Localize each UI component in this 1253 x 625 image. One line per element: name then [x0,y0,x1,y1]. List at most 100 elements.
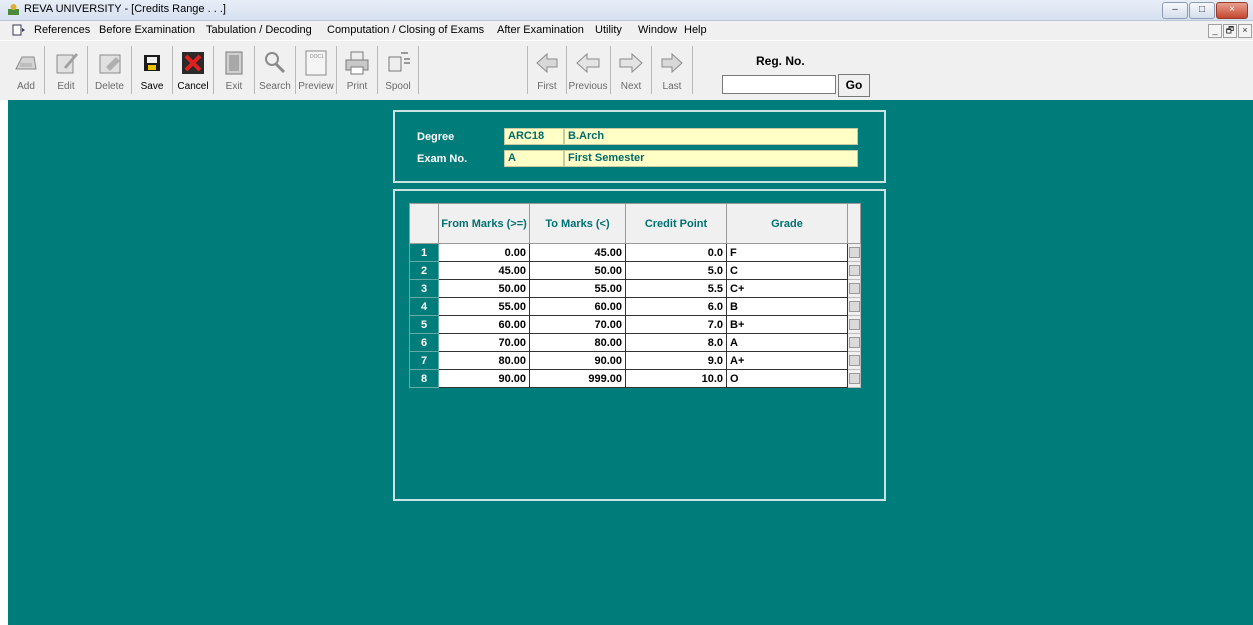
row-select-icon [848,265,860,277]
mdi-restore-button[interactable]: 🗗 [1223,24,1237,38]
row-select-button[interactable] [847,315,861,334]
to-marks-cell[interactable]: 50.00 [529,261,626,280]
table-row[interactable]: 3 50.00 55.00 5.5 C+ [409,279,861,298]
from-marks-header[interactable]: From Marks (>=) [438,203,530,244]
credit-point-cell[interactable]: 10.0 [625,369,727,388]
menu-before-examination[interactable]: Before Examination [99,24,195,36]
cancel-button[interactable]: Cancel [173,46,214,94]
menu-computation-closing[interactable]: Computation / Closing of Exams [327,24,484,36]
grade-cell[interactable]: A [726,333,848,352]
credit-point-cell[interactable]: 6.0 [625,297,727,316]
to-marks-cell[interactable]: 70.00 [529,315,626,334]
from-marks-cell[interactable]: 60.00 [438,315,530,334]
to-marks-cell[interactable]: 90.00 [529,351,626,370]
row-select-icon [848,373,860,385]
credit-point-cell[interactable]: 0.0 [625,243,727,262]
row-select-button[interactable] [847,243,861,262]
exam-no-label: Exam No. [417,153,468,165]
exam-code-field[interactable]: A [504,150,564,167]
credit-point-cell[interactable]: 7.0 [625,315,727,334]
from-marks-cell[interactable]: 55.00 [438,297,530,316]
previous-button[interactable]: Previous [566,46,611,94]
mdi-close-button[interactable]: × [1238,24,1252,38]
exit-button[interactable]: Exit [214,46,255,94]
go-button[interactable]: Go [838,74,870,97]
table-row[interactable]: 8 90.00 999.00 10.0 O [409,369,861,388]
to-marks-cell[interactable]: 55.00 [529,279,626,298]
search-button[interactable]: Search [255,46,296,94]
svg-text:DOC1: DOC1 [310,54,324,60]
row-select-button[interactable] [847,297,861,316]
menu-after-examination[interactable]: After Examination [497,24,584,36]
selector-header [847,203,861,244]
to-marks-cell[interactable]: 999.00 [529,369,626,388]
table-row[interactable]: 7 80.00 90.00 9.0 A+ [409,351,861,370]
mdi-minimize-button[interactable]: _ [1208,24,1222,38]
menu-utility[interactable]: Utility [595,24,622,36]
grade-cell[interactable]: C [726,261,848,280]
app-logo-icon [8,4,19,15]
preview-document-icon: DOC1 [305,50,327,76]
next-button[interactable]: Next [611,46,652,94]
first-button[interactable]: First [527,46,567,94]
add-button[interactable]: Add [8,46,45,94]
menu-tabulation-decoding[interactable]: Tabulation / Decoding [206,24,312,36]
to-marks-cell[interactable]: 45.00 [529,243,626,262]
credit-point-cell[interactable]: 8.0 [625,333,727,352]
first-arrow-icon [536,52,558,74]
credit-point-header[interactable]: Credit Point [625,203,727,244]
maximize-button[interactable]: □ [1189,2,1215,19]
edit-button[interactable]: Edit [45,46,88,94]
to-marks-cell[interactable]: 80.00 [529,333,626,352]
row-select-button[interactable] [847,279,861,298]
row-select-button[interactable] [847,333,861,352]
row-select-button[interactable] [847,369,861,388]
from-marks-cell[interactable]: 45.00 [438,261,530,280]
from-marks-cell[interactable]: 50.00 [438,279,530,298]
from-marks-cell[interactable]: 90.00 [438,369,530,388]
grade-cell[interactable]: F [726,243,848,262]
toolbar: Add Edit Delete Save Cancel Exit Search … [0,41,1253,101]
grade-cell[interactable]: C+ [726,279,848,298]
grade-cell[interactable]: B+ [726,315,848,334]
from-marks-cell[interactable]: 0.00 [438,243,530,262]
to-marks-cell[interactable]: 60.00 [529,297,626,316]
spool-button[interactable]: Spool [378,46,419,94]
row-select-icon [848,301,860,313]
left-border [0,100,8,625]
credit-point-cell[interactable]: 9.0 [625,351,727,370]
spool-icon [388,52,410,72]
row-select-button[interactable] [847,261,861,280]
credit-point-cell[interactable]: 5.0 [625,261,727,280]
delete-button[interactable]: Delete [88,46,132,94]
credit-point-cell[interactable]: 5.5 [625,279,727,298]
search-icon [265,52,286,74]
menu-help[interactable]: Help [684,24,707,36]
close-button[interactable]: × [1216,2,1248,19]
menu-references[interactable]: References [34,24,90,36]
document-menu-icon[interactable] [12,24,26,36]
preview-button[interactable]: DOC1 Preview [296,46,337,94]
grade-cell[interactable]: B [726,297,848,316]
minimize-button[interactable]: – [1162,2,1188,19]
table-row[interactable]: 4 55.00 60.00 6.0 B [409,297,861,316]
menu-window[interactable]: Window [638,24,677,36]
table-row[interactable]: 1 0.00 45.00 0.0 F [409,243,861,262]
row-select-icon [848,319,860,331]
table-row[interactable]: 6 70.00 80.00 8.0 A [409,333,861,352]
table-row[interactable]: 5 60.00 70.00 7.0 B+ [409,315,861,334]
reg-no-input[interactable] [722,75,836,94]
save-button[interactable]: Save [132,46,173,94]
last-button[interactable]: Last [652,46,693,94]
row-select-icon [848,283,860,295]
table-row[interactable]: 2 45.00 50.00 5.0 C [409,261,861,280]
grade-header[interactable]: Grade [726,203,848,244]
degree-code-field[interactable]: ARC18 [504,128,564,145]
grade-cell[interactable]: A+ [726,351,848,370]
row-select-button[interactable] [847,351,861,370]
grade-cell[interactable]: O [726,369,848,388]
to-marks-header[interactable]: To Marks (<) [529,203,626,244]
from-marks-cell[interactable]: 80.00 [438,351,530,370]
print-button[interactable]: Print [337,46,378,94]
from-marks-cell[interactable]: 70.00 [438,333,530,352]
